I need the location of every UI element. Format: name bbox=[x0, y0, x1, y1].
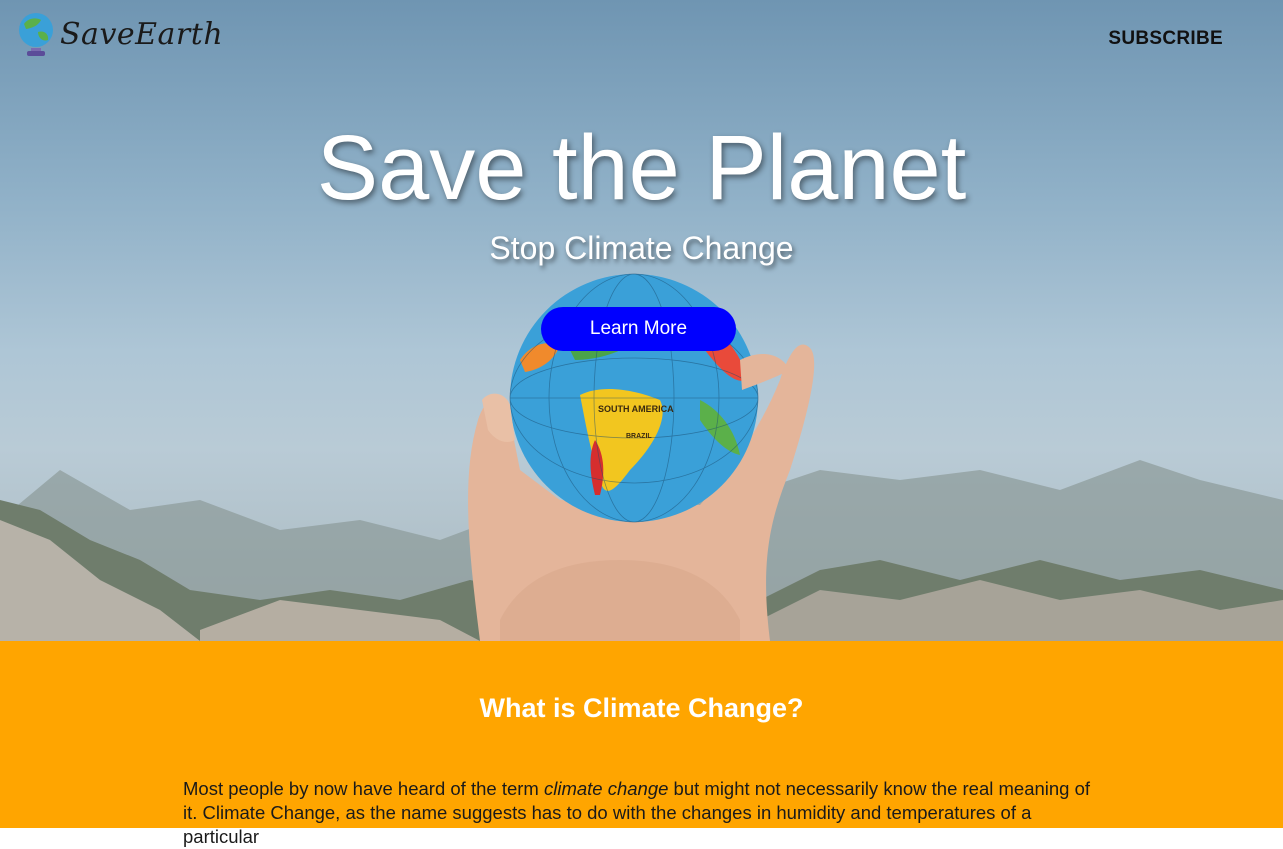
climate-change-section: What is Climate Change? Most people by n… bbox=[0, 641, 1283, 847]
navbar: SaveEarth SUBSCRIBE bbox=[0, 0, 1283, 80]
paragraph-text-start: Most people by now have heard of the ter… bbox=[183, 778, 544, 799]
paragraph-emphasis: climate change bbox=[543, 778, 669, 799]
logo-link[interactable]: SaveEarth bbox=[16, 10, 223, 58]
hero-title: Save the Planet bbox=[316, 117, 967, 219]
learn-more-button[interactable]: Learn More bbox=[541, 307, 736, 351]
logo-text: SaveEarth bbox=[60, 16, 224, 52]
hero-section: SOUTH AMERICA BRAZIL SaveEarth SUBSCRIBE… bbox=[0, 0, 1283, 641]
section-paragraph: Most people by now have heard of the ter… bbox=[183, 777, 1103, 849]
hero-subtitle: Stop Climate Change bbox=[489, 230, 794, 266]
globe-icon bbox=[19, 13, 53, 56]
subscribe-link[interactable]: SUBSCRIBE bbox=[1108, 28, 1223, 50]
section-title: What is Climate Change? bbox=[479, 693, 804, 723]
